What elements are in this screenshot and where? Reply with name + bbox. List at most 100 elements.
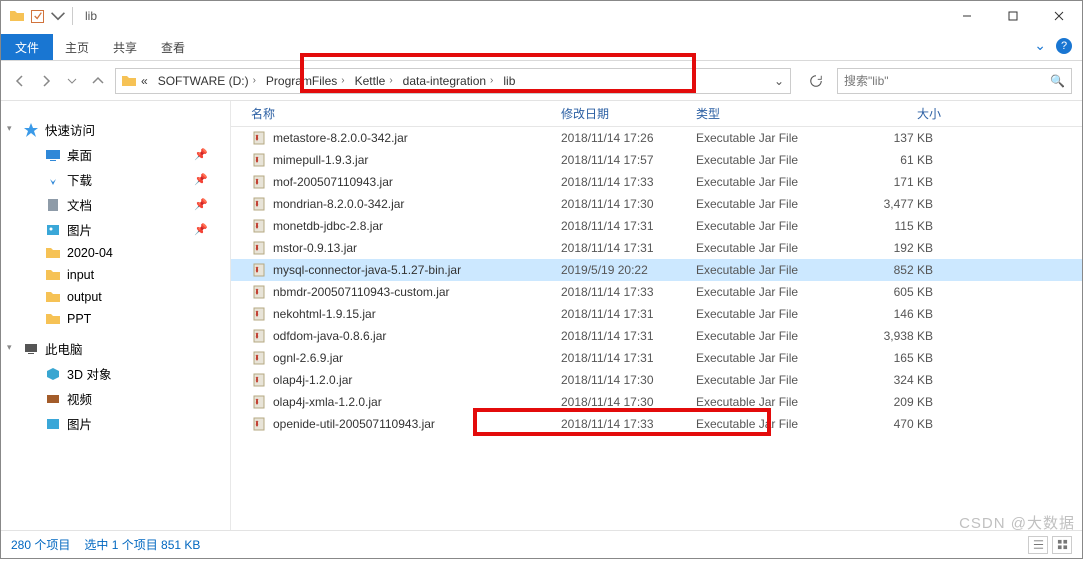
search-input[interactable]: 搜索"lib" 🔍 <box>837 68 1072 94</box>
address-bar[interactable]: « SOFTWARE (D:)› ProgramFiles› Kettle› d… <box>115 68 791 94</box>
minimize-button[interactable] <box>944 1 990 31</box>
nav-documents[interactable]: 文档📌 <box>1 192 230 217</box>
nav-folder[interactable]: PPT <box>1 308 230 330</box>
refresh-button[interactable] <box>803 68 829 94</box>
nav-folder[interactable]: input <box>1 264 230 286</box>
file-type: Executable Jar File <box>696 329 841 343</box>
jar-icon <box>251 306 267 322</box>
col-date[interactable]: 修改日期 <box>561 105 696 122</box>
file-name: mstor-0.9.13.jar <box>273 241 357 255</box>
qat-dropdown-icon[interactable] <box>50 8 66 24</box>
col-name[interactable]: 名称 <box>231 105 561 122</box>
address-toolbar: « SOFTWARE (D:)› ProgramFiles› Kettle› d… <box>1 61 1082 101</box>
breadcrumb-item[interactable]: SOFTWARE (D:)› <box>153 69 261 93</box>
nav-this-pc[interactable]: ▾ 此电脑 <box>1 336 230 361</box>
jar-icon <box>251 196 267 212</box>
file-size: 209 KB <box>841 395 941 409</box>
back-button[interactable] <box>11 72 29 90</box>
file-type: Executable Jar File <box>696 241 841 255</box>
chevron-down-icon[interactable]: ▾ <box>7 342 12 353</box>
column-headers[interactable]: 名称 修改日期 类型 大小 <box>231 101 1082 127</box>
ribbon: 文件 主页 共享 查看 ⌄ ? <box>1 31 1082 61</box>
file-size: 852 KB <box>841 263 941 277</box>
col-type[interactable]: 类型 <box>696 105 841 122</box>
nav-3d-objects[interactable]: 3D 对象 <box>1 361 230 386</box>
nav-folder[interactable]: output <box>1 286 230 308</box>
file-date: 2019/5/19 20:22 <box>561 263 696 277</box>
file-row[interactable]: mstor-0.9.13.jar2018/11/14 17:31Executab… <box>231 237 1082 259</box>
tab-share[interactable]: 共享 <box>101 34 149 60</box>
nav-videos[interactable]: 视频 <box>1 386 230 411</box>
downloads-icon <box>45 172 61 188</box>
nav-pictures[interactable]: 图片 <box>1 411 230 436</box>
file-size: 146 KB <box>841 307 941 321</box>
file-row[interactable]: openide-util-200507110943.jar2018/11/14 … <box>231 413 1082 435</box>
tab-file[interactable]: 文件 <box>1 34 53 60</box>
chevron-down-icon[interactable]: ⌄ <box>774 74 784 88</box>
file-name: odfdom-java-0.8.6.jar <box>273 329 386 343</box>
jar-icon <box>251 284 267 300</box>
search-placeholder: 搜索"lib" <box>844 72 889 89</box>
breadcrumb-item[interactable]: « <box>116 69 153 93</box>
qat-checkbox[interactable] <box>31 10 44 23</box>
file-date: 2018/11/14 17:26 <box>561 131 696 145</box>
folder-icon <box>45 245 61 261</box>
file-row[interactable]: olap4j-xmla-1.2.0.jar2018/11/14 17:30Exe… <box>231 391 1082 413</box>
file-row[interactable]: mysql-connector-java-5.1.27-bin.jar2019/… <box>231 259 1082 281</box>
details-view-button[interactable] <box>1028 536 1048 554</box>
nav-quick-access[interactable]: ▾ 快速访问 <box>1 117 230 142</box>
breadcrumb-item[interactable]: lib <box>498 69 520 93</box>
selection-info: 选中 1 个项目 851 KB <box>84 536 200 553</box>
file-row[interactable]: monetdb-jdbc-2.8.jar2018/11/14 17:31Exec… <box>231 215 1082 237</box>
file-row[interactable]: ognl-2.6.9.jar2018/11/14 17:31Executable… <box>231 347 1082 369</box>
file-date: 2018/11/14 17:33 <box>561 175 696 189</box>
history-dropdown[interactable] <box>63 72 81 90</box>
breadcrumb: « SOFTWARE (D:)› ProgramFiles› Kettle› d… <box>116 69 520 93</box>
pin-icon: 📌 <box>194 223 208 236</box>
file-row[interactable]: nekohtml-1.9.15.jar2018/11/14 17:31Execu… <box>231 303 1082 325</box>
file-row[interactable]: odfdom-java-0.8.6.jar2018/11/14 17:31Exe… <box>231 325 1082 347</box>
nav-folder[interactable]: 2020-04 <box>1 242 230 264</box>
nav-downloads[interactable]: 下载📌 <box>1 167 230 192</box>
file-row[interactable]: mondrian-8.2.0.0-342.jar2018/11/14 17:30… <box>231 193 1082 215</box>
window-title: lib <box>85 9 97 23</box>
thumbnails-view-button[interactable] <box>1052 536 1072 554</box>
file-list[interactable]: metastore-8.2.0.0-342.jar2018/11/14 17:2… <box>231 127 1082 530</box>
file-name: openide-util-200507110943.jar <box>273 417 435 431</box>
jar-icon <box>251 218 267 234</box>
file-row[interactable]: metastore-8.2.0.0-342.jar2018/11/14 17:2… <box>231 127 1082 149</box>
file-size: 61 KB <box>841 153 941 167</box>
col-size[interactable]: 大小 <box>841 105 941 122</box>
nav-desktop[interactable]: 桌面📌 <box>1 142 230 167</box>
chevron-down-icon[interactable]: ⌄ <box>1034 37 1046 54</box>
file-type: Executable Jar File <box>696 307 841 321</box>
quick-access-icon <box>23 122 39 138</box>
file-row[interactable]: mimepull-1.9.3.jar2018/11/14 17:57Execut… <box>231 149 1082 171</box>
breadcrumb-item[interactable]: Kettle› <box>350 69 398 93</box>
file-name: mof-200507110943.jar <box>273 175 393 189</box>
breadcrumb-item[interactable]: data-integration› <box>398 69 499 93</box>
file-date: 2018/11/14 17:31 <box>561 219 696 233</box>
help-icon[interactable]: ? <box>1056 38 1072 54</box>
file-name: nbmdr-200507110943-custom.jar <box>273 285 450 299</box>
file-size: 192 KB <box>841 241 941 255</box>
nav-pictures[interactable]: 图片📌 <box>1 217 230 242</box>
chevron-down-icon[interactable]: ▾ <box>7 123 12 134</box>
file-size: 470 KB <box>841 417 941 431</box>
forward-button[interactable] <box>37 72 55 90</box>
tab-home[interactable]: 主页 <box>53 34 101 60</box>
jar-icon <box>251 394 267 410</box>
close-button[interactable] <box>1036 1 1082 31</box>
file-row[interactable]: olap4j-1.2.0.jar2018/11/14 17:30Executab… <box>231 369 1082 391</box>
breadcrumb-item[interactable]: ProgramFiles› <box>261 69 350 93</box>
desktop-icon <box>45 147 61 163</box>
file-row[interactable]: mof-200507110943.jar2018/11/14 17:33Exec… <box>231 171 1082 193</box>
navigation-pane[interactable]: ▾ 快速访问 桌面📌 下载📌 文档📌 图片📌 2020-04 input out… <box>1 101 231 530</box>
maximize-button[interactable] <box>990 1 1036 31</box>
file-size: 165 KB <box>841 351 941 365</box>
folder-icon <box>45 289 61 305</box>
up-button[interactable] <box>89 72 107 90</box>
tab-view[interactable]: 查看 <box>149 34 197 60</box>
file-row[interactable]: nbmdr-200507110943-custom.jar2018/11/14 … <box>231 281 1082 303</box>
jar-icon <box>251 328 267 344</box>
